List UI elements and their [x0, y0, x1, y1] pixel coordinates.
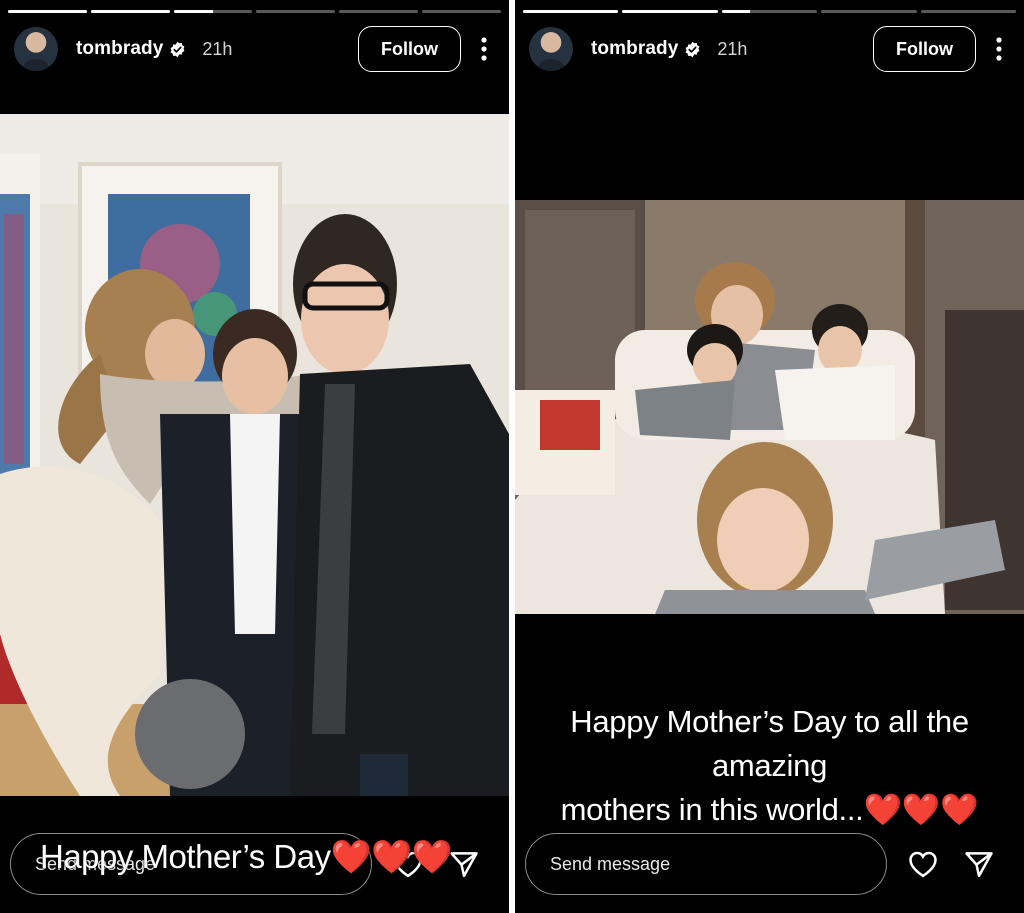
progress-segment [339, 10, 419, 13]
progress-segment [256, 10, 336, 13]
post-time: 21h [202, 38, 233, 59]
progress-fill [523, 10, 619, 13]
verified-badge-icon [684, 41, 701, 58]
story-caption: Happy Mother’s Day❤️❤️❤️ [40, 838, 453, 877]
progress-fill [622, 10, 718, 13]
progress-segment [523, 10, 619, 13]
story-photo [0, 114, 509, 796]
story-progress-bar [8, 10, 501, 13]
post-time: 21h [717, 38, 748, 59]
progress-segment [173, 10, 253, 13]
progress-segment [90, 10, 170, 13]
progress-fill [721, 10, 751, 13]
send-message-input[interactable] [548, 852, 886, 876]
caption-line-2-text: mothers in this world... [560, 792, 864, 827]
story-left[interactable]: tombrady 21h Follow Happy Mother’s Day❤️… [0, 0, 509, 913]
heart-emojis: ❤️❤️❤️ [863, 792, 979, 827]
caption-line-2: mothers in this world...❤️❤️❤️ [515, 788, 1024, 832]
progress-fill [8, 10, 87, 13]
more-vertical-icon[interactable] [473, 34, 495, 64]
heart-icon[interactable] [903, 844, 943, 884]
verified-badge-icon [169, 41, 186, 58]
progress-segment [920, 10, 1017, 13]
caption-text: Happy Mother’s Day [40, 838, 331, 875]
progress-segment [422, 10, 501, 13]
progress-segment [821, 10, 917, 13]
progress-segment [721, 10, 818, 13]
progress-segment [622, 10, 718, 13]
avatar[interactable] [14, 27, 58, 71]
story-header: tombrady 21h Follow [529, 26, 1010, 72]
story-footer [525, 832, 1010, 896]
paper-plane-icon[interactable] [959, 844, 999, 884]
send-message-field[interactable] [525, 833, 887, 895]
progress-fill [90, 10, 170, 13]
progress-fill [173, 10, 214, 13]
heart-emojis: ❤️❤️❤️ [330, 838, 453, 875]
username[interactable]: tombrady [591, 38, 678, 60]
story-photo [515, 200, 1024, 614]
progress-segment [8, 10, 87, 13]
avatar[interactable] [529, 27, 573, 71]
follow-button[interactable]: Follow [873, 26, 976, 72]
follow-button[interactable]: Follow [358, 26, 461, 72]
story-caption: Happy Mother’s Day to all the amazing mo… [515, 700, 1024, 832]
story-progress-bar [523, 10, 1017, 13]
username[interactable]: tombrady [76, 38, 163, 60]
story-header: tombrady 21h Follow [14, 26, 495, 72]
story-right[interactable]: tombrady 21h Follow Happy Mother’s Day t… [515, 0, 1024, 913]
caption-line-1: Happy Mother’s Day to all the amazing [570, 704, 969, 783]
more-vertical-icon[interactable] [988, 34, 1010, 64]
